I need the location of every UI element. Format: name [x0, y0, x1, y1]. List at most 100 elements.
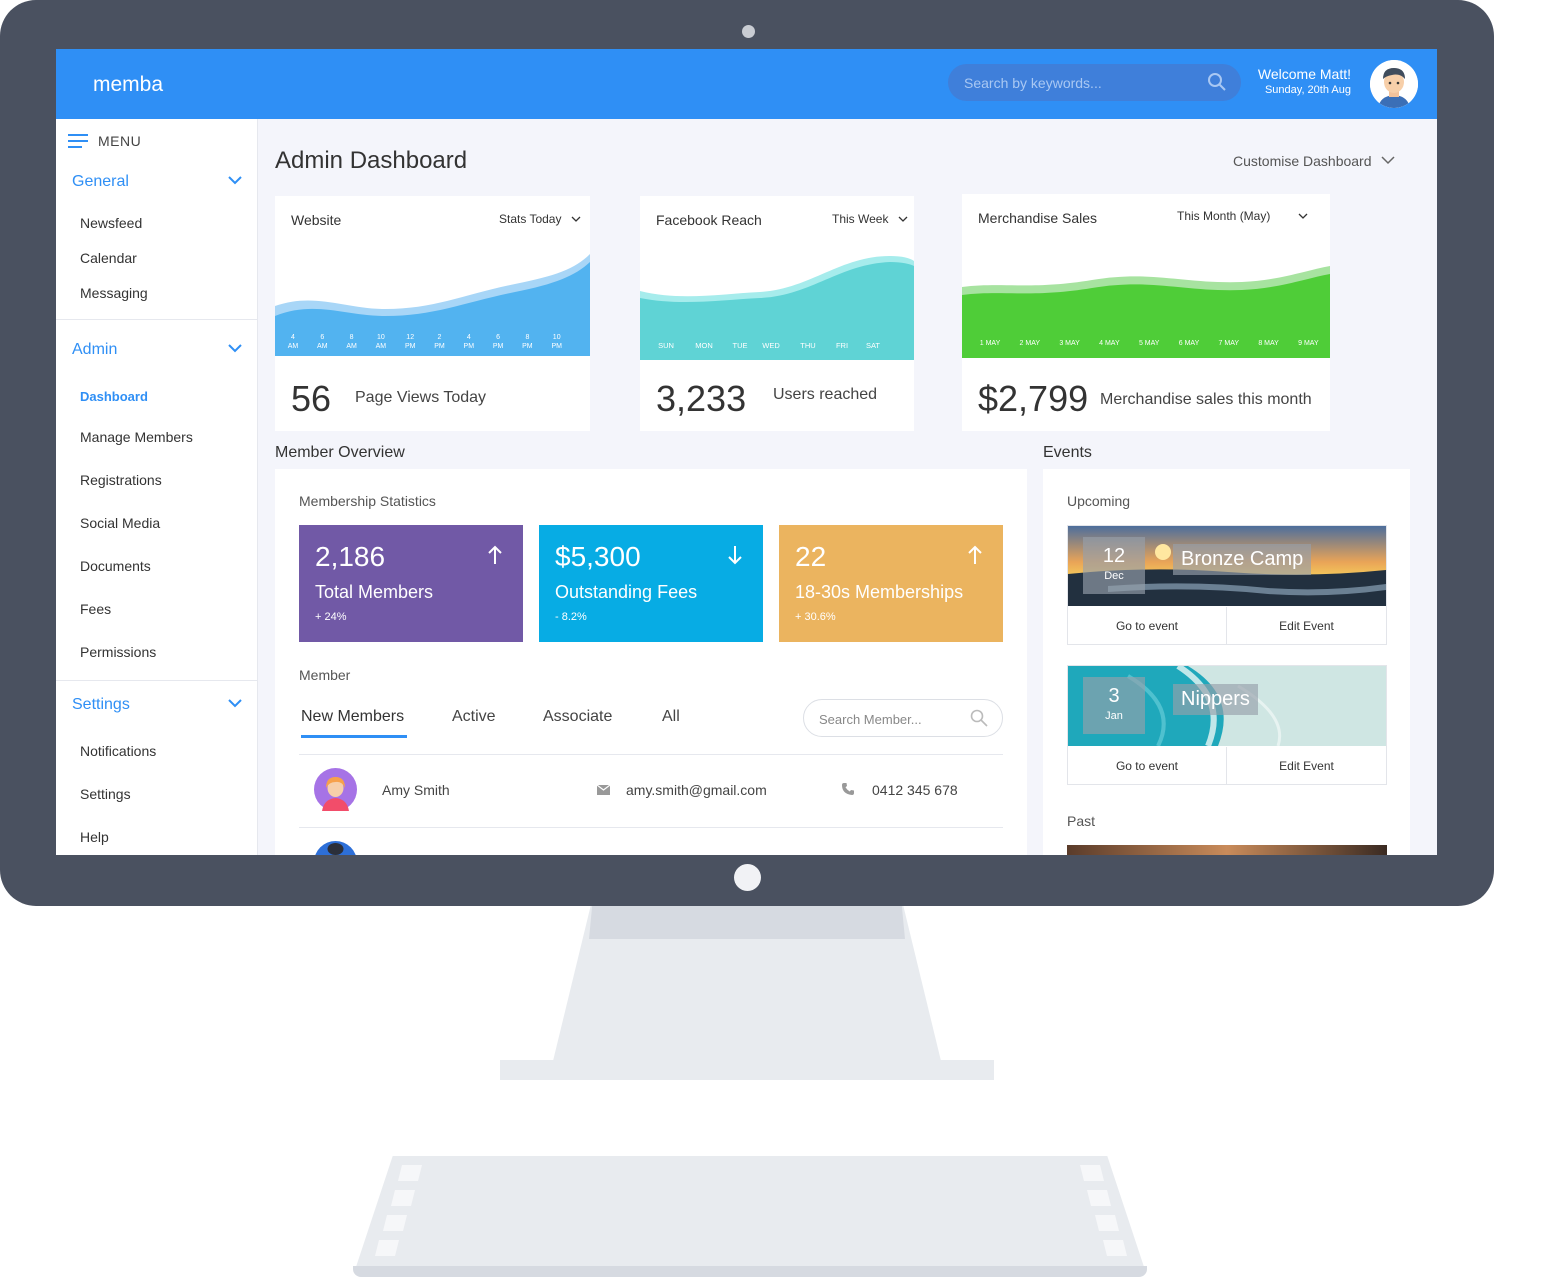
x-tick-label: 5 MAY	[1139, 340, 1160, 347]
user-avatar-icon	[1370, 60, 1418, 108]
section-title: General	[72, 173, 129, 190]
member-search-input[interactable]: Search Member...	[803, 699, 1003, 737]
app-logo[interactable]: memba	[93, 73, 163, 97]
sidebar-item-settings[interactable]: Settings	[80, 786, 131, 802]
sidebar-item-permissions[interactable]: Permissions	[80, 644, 156, 660]
tab-all[interactable]: All	[662, 708, 680, 726]
go-to-event-button[interactable]: Go to event	[1068, 747, 1227, 785]
merchandise-area-chart: 1 MAY 2 MAY 3 MAY 4 MAY 5 MAY 6 MAY 7 MAY 8 MAY…	[962, 266, 1330, 358]
month-filter-dropdown[interactable]: This Month (May)	[1177, 209, 1308, 223]
event-name: Bronze Camp	[1173, 544, 1312, 575]
keyboard-key	[1080, 1165, 1104, 1181]
menu-toggle[interactable]: MENU	[68, 133, 141, 149]
chevron-down-icon	[228, 344, 242, 353]
event-image: 12 Dec Bronze Camp	[1068, 526, 1386, 606]
customise-label: Customise Dashboard	[1233, 153, 1372, 169]
arrow-down-icon	[728, 546, 742, 565]
stat-card-total-members[interactable]: 2,186 Total Members + 24%	[299, 525, 523, 642]
x-tick-label: PM	[434, 343, 445, 350]
stat-card-outstanding-fees[interactable]: $5,300 Outstanding Fees - 8.2%	[539, 525, 763, 642]
x-tick-label: 4	[291, 334, 295, 341]
x-tick-label: 4 MAY	[1099, 340, 1120, 347]
sidebar-item-dashboard[interactable]: Dashboard	[80, 389, 148, 404]
keyboard-key	[1087, 1190, 1111, 1206]
keyboard-key	[383, 1215, 407, 1231]
week-filter-dropdown[interactable]: This Week	[832, 212, 908, 226]
x-tick-label: 2 MAY	[1020, 340, 1041, 347]
member-phone[interactable]: 0412 345 678	[872, 782, 958, 798]
x-tick-label: SUN	[658, 341, 674, 350]
card-title: Facebook Reach	[656, 212, 762, 228]
sidebar-section-admin[interactable]: Admin	[72, 341, 242, 359]
x-tick-label: PM	[522, 343, 533, 350]
tab-associate[interactable]: Associate	[543, 708, 612, 726]
sidebar-item-registrations[interactable]: Registrations	[80, 472, 162, 488]
tab-active[interactable]: Active	[452, 708, 496, 726]
section-title: Admin	[72, 341, 118, 358]
stat-change: - 8.2%	[555, 611, 587, 623]
x-tick-label: AM	[346, 343, 357, 350]
member-name[interactable]: Amy Smith	[382, 782, 450, 798]
x-tick-label: 10	[377, 334, 385, 341]
stat-card-18-30s-memberships[interactable]: 22 18-30s Memberships + 30.6%	[779, 525, 1003, 642]
page-views-label: Page Views Today	[355, 389, 487, 406]
table-divider	[299, 754, 1003, 755]
sidebar-item-documents[interactable]: Documents	[80, 558, 151, 574]
search-icon[interactable]	[970, 709, 988, 727]
user-avatar[interactable]	[1370, 60, 1418, 108]
keyboard-key	[398, 1165, 422, 1181]
x-tick-label: PM	[464, 343, 475, 350]
x-tick-label: FRI	[836, 341, 848, 350]
card-title: Merchandise Sales	[978, 210, 1098, 226]
chevron-down-icon	[898, 216, 908, 222]
keyboard	[353, 1156, 1147, 1276]
stat-change: + 30.6%	[795, 611, 836, 623]
camera-dot	[742, 25, 755, 38]
chevron-down-icon	[1298, 213, 1308, 219]
sidebar-item-calendar[interactable]: Calendar	[80, 250, 137, 266]
x-axis-ticks: 1 MAY 2 MAY 3 MAY 4 MAY 5 MAY 6 MAY 7 MAY 8 MAY…	[980, 340, 1319, 347]
x-tick-label: 1 MAY	[980, 340, 1001, 347]
x-tick-label: 12	[406, 334, 414, 341]
x-tick-label: SAT	[866, 341, 880, 350]
sidebar-item-newsfeed[interactable]: Newsfeed	[80, 215, 142, 231]
sidebar-section-general[interactable]: General	[72, 173, 242, 191]
go-to-event-button[interactable]: Go to event	[1068, 607, 1227, 645]
events-title: Events	[1043, 444, 1092, 461]
phone-icon	[842, 783, 854, 795]
keyboard-edge	[353, 1266, 1147, 1277]
chevron-down-icon	[228, 176, 242, 185]
chevron-down-icon	[571, 216, 581, 222]
search-icon[interactable]	[1207, 72, 1227, 92]
power-button	[734, 864, 761, 891]
sidebar-item-social-media[interactable]: Social Media	[80, 515, 160, 531]
member-list-title: Member	[299, 667, 351, 683]
sidebar-item-fees[interactable]: Fees	[80, 601, 111, 617]
sidebar-item-messaging[interactable]: Messaging	[80, 285, 148, 301]
edit-event-button[interactable]: Edit Event	[1227, 747, 1386, 785]
welcome-block: Welcome Matt! Sunday, 20th Aug	[1254, 66, 1351, 96]
stats-filter-dropdown[interactable]: Stats Today	[499, 212, 581, 226]
upcoming-title: Upcoming	[1067, 493, 1131, 509]
arrow-up-icon	[488, 545, 502, 564]
tab-new-members[interactable]: New Members	[301, 708, 404, 726]
x-tick-label: 8 MAY	[1258, 340, 1279, 347]
sidebar-section-settings[interactable]: Settings	[72, 696, 242, 714]
sidebar-item-manage-members[interactable]: Manage Members	[80, 429, 193, 445]
x-tick-label: 9 MAY	[1298, 340, 1319, 347]
global-search[interactable]: Search by keywords...	[948, 64, 1241, 101]
hamburger-icon	[68, 134, 88, 148]
edit-event-button[interactable]: Edit Event	[1227, 607, 1386, 645]
current-date: Sunday, 20th Aug	[1264, 84, 1351, 96]
member-email[interactable]: amy.smith@gmail.com	[626, 782, 767, 798]
sidebar-item-help[interactable]: Help	[80, 829, 109, 845]
stat-value: $5,300	[555, 541, 641, 572]
stat-change: + 24%	[315, 611, 347, 623]
facebook-reach-card: Facebook Reach This Week SUN MON TUE WED THU…	[640, 196, 914, 431]
sidebar-item-notifications[interactable]: Notifications	[80, 743, 156, 759]
website-card: Website Stats Today 4 AM 6 AM 8 AM 10 AM 12 PM 2 PM…	[275, 196, 590, 431]
event-date: 3 Jan	[1083, 677, 1145, 734]
membership-statistics-title: Membership Statistics	[299, 493, 436, 509]
customise-dashboard-button[interactable]: Customise Dashboard	[1233, 153, 1395, 169]
stat-value: 2,186	[315, 541, 386, 572]
